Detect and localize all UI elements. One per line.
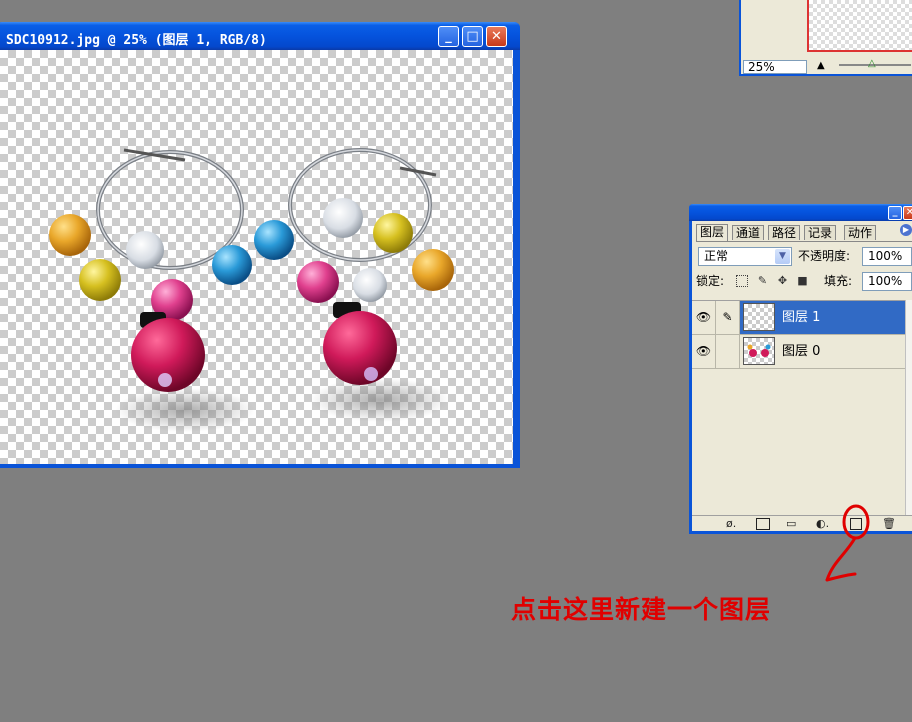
brush-icon[interactable]: ✎ xyxy=(716,301,740,334)
opacity-label: 不透明度: xyxy=(798,249,851,263)
layers-palette: _ ✕ 图层 通道 路径 记录 动作 ▶ 正常 ▼ 不透明度: 100% 锁定:… xyxy=(689,204,912,534)
annotation-text: 点击这里新建一个图层 xyxy=(511,595,772,624)
layer-row[interactable]: 👁 图层 0 xyxy=(692,335,905,369)
add-style-icon[interactable]: ø. xyxy=(726,517,736,530)
visibility-eye-icon[interactable]: 👁 xyxy=(692,301,716,334)
link-cell[interactable] xyxy=(716,335,740,368)
layers-list: 👁 ✎ 图层 1 👁 图层 0 xyxy=(692,300,905,516)
add-mask-icon[interactable] xyxy=(756,518,770,530)
new-group-folder-icon[interactable]: ▭ xyxy=(786,517,796,530)
image-canvas[interactable] xyxy=(0,50,513,464)
lock-position-move-icon[interactable]: ✥ xyxy=(776,274,789,287)
layer-name: 图层 0 xyxy=(782,344,821,359)
lock-label: 锁定: xyxy=(696,274,725,288)
layers-title-bar[interactable]: _ ✕ xyxy=(689,204,912,221)
palette-minimize-button[interactable]: _ xyxy=(888,206,902,220)
lock-image-brush-icon[interactable]: ✎ xyxy=(756,274,769,287)
navigator-thumbnail[interactable] xyxy=(807,0,912,52)
earrings-image xyxy=(49,148,454,432)
tab-layers[interactable]: 图层 xyxy=(696,224,729,241)
fill-label: 填充: xyxy=(824,274,853,288)
document-title-bar[interactable]: SDC10912.jpg @ 25% (图层 1, RGB/8) _ □ ✕ xyxy=(0,22,520,50)
layer-name-cell[interactable]: 图层 1 xyxy=(740,301,905,334)
document-window: SDC10912.jpg @ 25% (图层 1, RGB/8) _ □ ✕ xyxy=(0,22,520,468)
palette-tabs: 图层 通道 路径 记录 动作 xyxy=(696,223,912,242)
lock-all-icon[interactable]: ■ xyxy=(796,274,809,287)
minimize-button[interactable]: _ xyxy=(438,26,459,47)
layers-scrollbar[interactable] xyxy=(905,300,912,515)
palette-close-button[interactable]: ✕ xyxy=(903,206,912,220)
layer-name: 图层 1 xyxy=(782,310,821,325)
layer-name-cell[interactable]: 图层 0 xyxy=(740,335,905,368)
fill-field[interactable]: 100% xyxy=(862,272,912,291)
palette-menu-icon[interactable]: ▶ xyxy=(900,224,912,236)
tab-channels[interactable]: 通道 xyxy=(732,225,765,240)
zoom-out-icon[interactable]: ▲ xyxy=(817,60,825,71)
layer-row[interactable]: 👁 ✎ 图层 1 xyxy=(692,301,905,335)
tab-history[interactable]: 记录 xyxy=(804,225,837,240)
layer-thumbnail xyxy=(743,303,775,331)
zoom-slider-handle[interactable]: △ xyxy=(868,58,876,69)
close-button[interactable]: ✕ xyxy=(486,26,507,47)
annotation-arrow xyxy=(825,504,870,582)
layers-panel-body: 图层 通道 路径 记录 动作 ▶ 正常 ▼ 不透明度: 100% 锁定: ✎ ✥… xyxy=(692,221,912,531)
navigator-panel: 25% ▲ △ xyxy=(739,0,912,76)
layer-thumbnail xyxy=(743,337,775,365)
tab-actions[interactable]: 动作 xyxy=(844,225,877,240)
chevron-down-icon[interactable]: ▼ xyxy=(775,249,790,264)
maximize-button[interactable]: □ xyxy=(462,26,483,47)
document-title: SDC10912.jpg @ 25% (图层 1, RGB/8) xyxy=(6,33,267,48)
opacity-field[interactable]: 100% xyxy=(862,247,912,266)
lock-transparency-icon[interactable] xyxy=(736,275,748,287)
navigator-zoom-field[interactable]: 25% xyxy=(743,60,807,74)
tab-paths[interactable]: 路径 xyxy=(768,225,801,240)
visibility-eye-icon[interactable]: 👁 xyxy=(692,335,716,368)
blend-mode-select[interactable]: 正常 ▼ xyxy=(698,247,792,266)
